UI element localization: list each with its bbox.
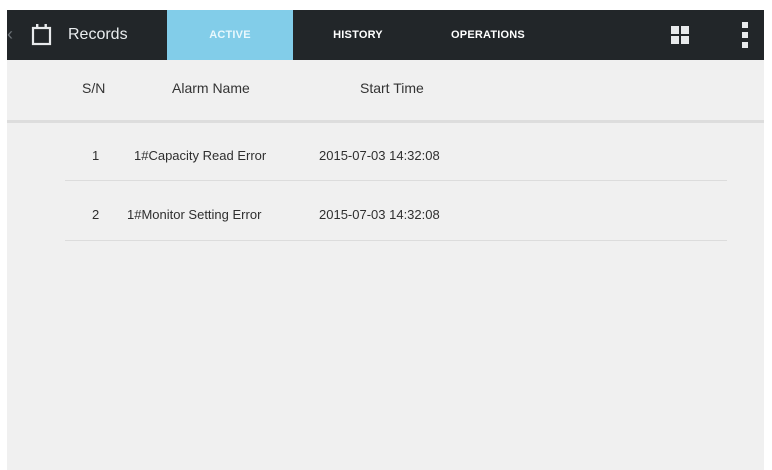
column-header-sn: S/N (82, 80, 106, 96)
row-sn: 2 (92, 207, 100, 222)
tab-operations[interactable]: OPERATIONS (423, 10, 553, 60)
row-divider (65, 240, 727, 241)
column-header-alarm-name: Alarm Name (172, 80, 250, 96)
overflow-menu-icon[interactable] (742, 22, 748, 48)
column-header-start-time: Start Time (360, 80, 424, 96)
back-chevron-icon[interactable]: ‹ (7, 24, 13, 44)
action-bar: ‹ Records ACTIVE HISTORY OPERATIONS (7, 10, 764, 60)
row-start-time: 2015-07-03 14:32:08 (319, 148, 440, 163)
calendar-icon[interactable] (30, 23, 54, 47)
header-divider (7, 120, 764, 123)
row-alarm-name: 1#Monitor Setting Error (127, 207, 262, 222)
row-start-time: 2015-07-03 14:32:08 (319, 207, 440, 222)
row-sn: 1 (92, 148, 100, 163)
table-row[interactable]: 1 1#Capacity Read Error 2015-07-03 14:32… (7, 141, 764, 171)
tab-active[interactable]: ACTIVE (167, 10, 293, 60)
tab-active-label: ACTIVE (209, 29, 251, 41)
app-window: ‹ Records ACTIVE HISTORY OPERATIONS S/N … (7, 10, 764, 470)
grid-view-icon[interactable] (671, 26, 689, 44)
tab-history[interactable]: HISTORY (293, 10, 423, 60)
page-title: Records (68, 26, 128, 43)
tab-operations-label: OPERATIONS (451, 29, 525, 41)
row-divider (65, 180, 727, 181)
table-row[interactable]: 2 1#Monitor Setting Error 2015-07-03 14:… (7, 200, 764, 230)
tab-history-label: HISTORY (333, 29, 383, 41)
row-alarm-name: 1#Capacity Read Error (134, 148, 267, 163)
